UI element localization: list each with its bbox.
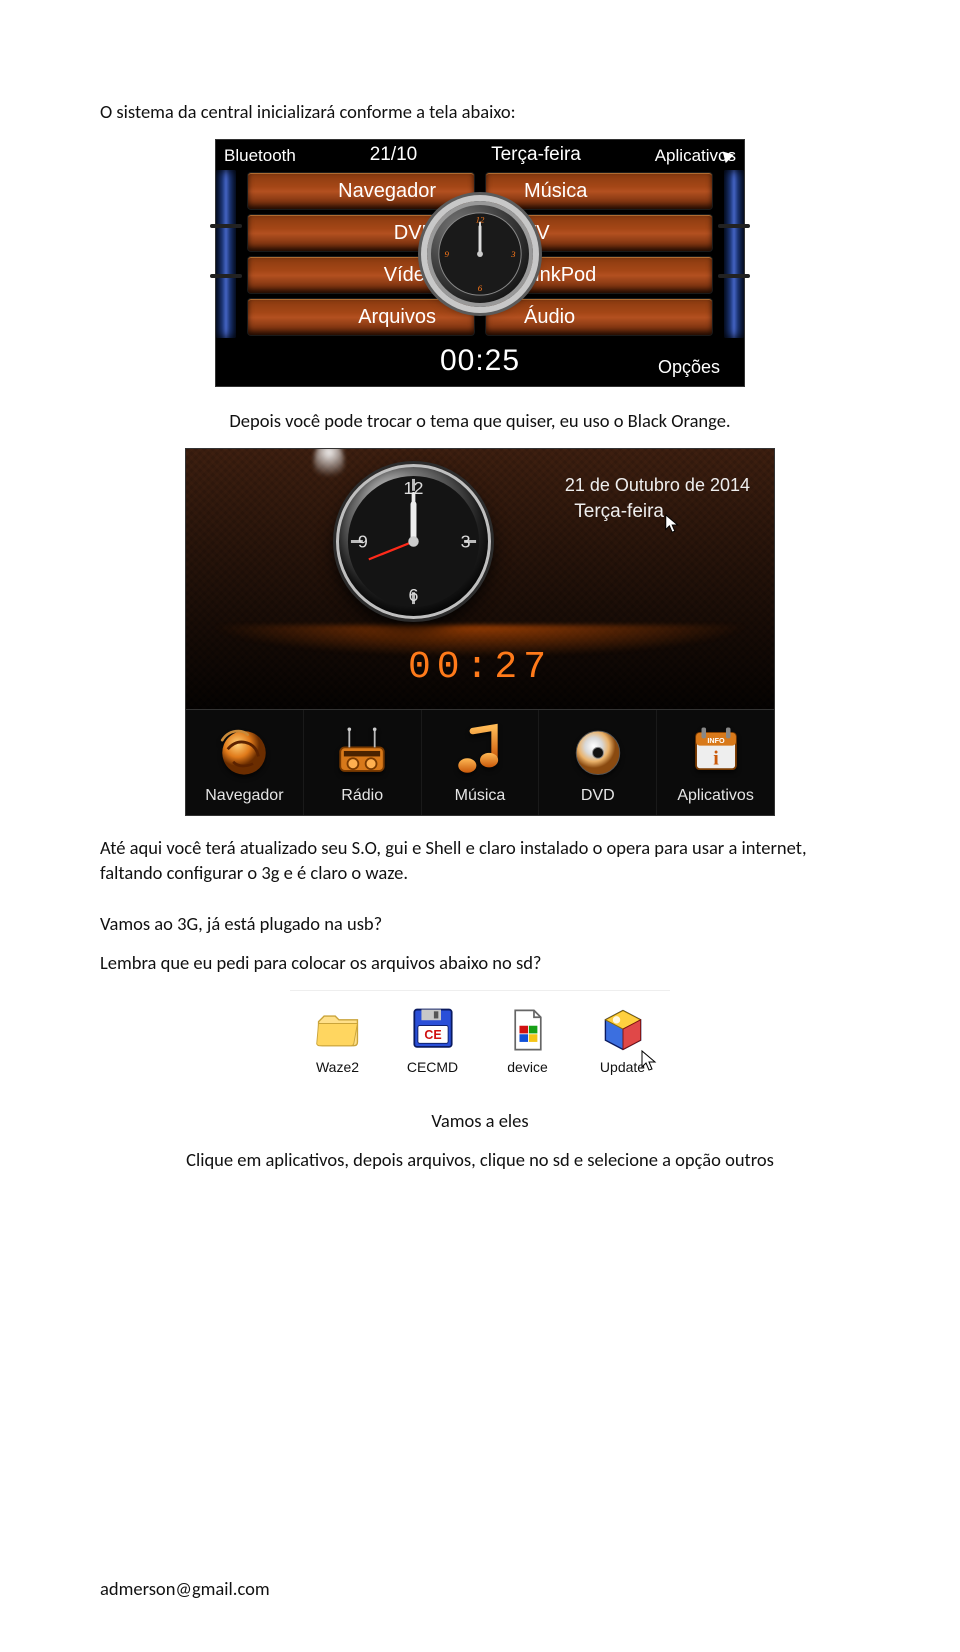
screenshot-sd-files: Waze2 CE CECMD <box>290 990 670 1079</box>
file-device[interactable]: device <box>501 1003 555 1075</box>
menu-musica[interactable]: Música <box>486 173 712 209</box>
svg-text:9: 9 <box>358 531 368 551</box>
cursor-icon <box>640 1049 660 1073</box>
svg-text:INFO: INFO <box>707 736 725 745</box>
dock-label: Rádio <box>304 787 421 805</box>
dock-label: Música <box>422 787 539 805</box>
file-label: CECMD <box>406 1059 460 1075</box>
dock-label: Navegador <box>186 787 303 805</box>
q-sd: Lembra que eu pedi para colocar os arqui… <box>100 951 860 976</box>
left-blue-rail <box>216 170 236 338</box>
file-waze2[interactable]: Waze2 <box>311 1003 365 1075</box>
date-label: 21/10 <box>370 144 418 165</box>
svg-text:i: i <box>713 748 719 770</box>
day-label: Terça-feira <box>491 144 581 166</box>
dock-label: Aplicativos <box>657 787 774 805</box>
file-update[interactable]: Update <box>596 1003 650 1075</box>
screenshot-headunit-blackorange: 12 3 6 9 21 de Outubro de 2014 Terça-fei… <box>185 448 775 816</box>
music-note-icon <box>448 720 512 782</box>
svg-text:6: 6 <box>409 585 419 605</box>
win-config-file-icon <box>501 1003 555 1057</box>
cursor-icon <box>664 513 682 540</box>
dock-label: DVD <box>539 787 656 805</box>
day-label: Terça-feira <box>574 501 664 523</box>
dock-musica[interactable]: Música <box>422 710 540 815</box>
globe-icon <box>212 720 276 782</box>
folder-icon <box>311 1003 365 1057</box>
file-label: Waze2 <box>311 1059 365 1075</box>
outro-2: Clique em aplicativos, depois arquivos, … <box>100 1148 860 1173</box>
file-label: device <box>501 1059 555 1075</box>
digital-time: 00:27 <box>186 646 774 689</box>
dock-navegador[interactable]: Navegador <box>186 710 304 815</box>
svg-text:3: 3 <box>510 249 516 259</box>
full-date-label: 21 de Outubro de 2014 <box>565 475 750 496</box>
svg-text:CE: CE <box>424 1028 441 1042</box>
floppy-ce-icon: CE <box>406 1003 460 1057</box>
bluetooth-label: Bluetooth <box>224 146 296 166</box>
screenshot-headunit-default: Bluetooth 21/10 Terça-feira Aplicativos … <box>215 139 745 387</box>
calendar-info-icon: INFO i <box>684 720 748 782</box>
right-blue-rail <box>724 170 744 338</box>
dock-aplicativos[interactable]: INFO i Aplicativos <box>657 710 774 815</box>
q-3g: Vamos ao 3G, já está plugado na usb? <box>100 912 860 937</box>
dock-radio[interactable]: Rádio <box>304 710 422 815</box>
options-label[interactable]: Opções <box>658 357 720 378</box>
footer-email: admerson@gmail.com <box>100 1577 270 1600</box>
dock-dvd[interactable]: DVD <box>539 710 657 815</box>
svg-text:6: 6 <box>478 283 483 293</box>
analog-clock-icon: 12 3 6 9 <box>427 201 533 307</box>
menu-navegador[interactable]: Navegador <box>248 173 474 209</box>
analog-clock-icon: 12 3 6 9 <box>336 464 491 619</box>
menu-audio[interactable]: Áudio <box>486 299 712 335</box>
svg-text:9: 9 <box>444 249 449 259</box>
radio-icon <box>330 720 394 782</box>
svg-text:3: 3 <box>461 531 471 551</box>
intro-2: Depois você pode trocar o tema que quise… <box>100 409 860 434</box>
intro-1: O sistema da central inicializará confor… <box>100 100 860 125</box>
disc-icon <box>566 720 630 782</box>
file-cecmd[interactable]: CE CECMD <box>406 1003 460 1075</box>
outro-1: Vamos a eles <box>100 1109 860 1134</box>
menu-arquivos[interactable]: Arquivos <box>248 299 474 335</box>
intro-3: Até aqui você terá atualizado seu S.O, g… <box>100 836 860 886</box>
